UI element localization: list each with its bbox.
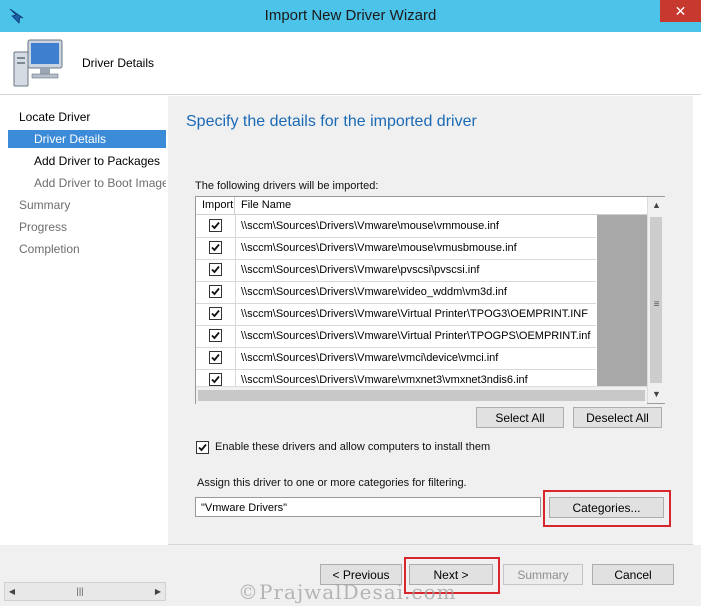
scroll-grip-icon: ≡ — [653, 299, 660, 310]
table-vertical-scrollbar[interactable]: ▲ ≡ ▼ — [647, 197, 665, 403]
nav-item-driver-details[interactable]: Driver Details — [8, 130, 166, 148]
file-name-cell: \\sccm\Sources\Drivers\Vmware\pvscsi\pvs… — [236, 259, 600, 281]
drivers-table: Import File Name \\sccm\Sources\Drivers\… — [195, 196, 665, 404]
scroll-right-icon[interactable]: ▶ — [151, 583, 165, 600]
computer-icon — [12, 38, 66, 90]
scroll-grip-icon: ||| — [76, 586, 84, 596]
nav-item-progress[interactable]: Progress — [8, 218, 166, 236]
categories-caption: Assign this driver to one or more catego… — [197, 477, 467, 489]
import-checkbox[interactable] — [209, 307, 222, 320]
nav-horizontal-scrollbar[interactable]: ◀ ||| ▶ — [4, 582, 166, 601]
import-checkbox[interactable] — [209, 329, 222, 342]
header-step-label: Driver Details — [82, 56, 155, 70]
enable-drivers-checkbox[interactable] — [196, 441, 209, 454]
column-header-import[interactable]: Import — [196, 197, 235, 214]
wizard-header: Driver Details — [0, 32, 701, 95]
scroll-up-icon[interactable]: ▲ — [648, 197, 665, 214]
nav-item-locate-driver[interactable]: Locate Driver — [8, 108, 177, 126]
table-empty-area — [597, 215, 647, 401]
close-icon[interactable]: ✕ — [660, 0, 701, 22]
import-checkbox[interactable] — [209, 373, 222, 386]
table-row[interactable]: \\sccm\Sources\Drivers\Vmware\Virtual Pr… — [196, 303, 600, 326]
nav-item-add-driver-to-boot-image[interactable]: Add Driver to Boot Image — [8, 174, 166, 192]
table-row[interactable]: \\sccm\Sources\Drivers\Vmware\pvscsi\pvs… — [196, 259, 600, 282]
categories-highlight-box — [543, 490, 671, 527]
table-header: Import File Name — [196, 197, 647, 215]
scroll-down-icon[interactable]: ▼ — [648, 386, 665, 403]
file-name-cell: \\sccm\Sources\Drivers\Vmware\Virtual Pr… — [236, 303, 600, 325]
import-checkbox[interactable] — [209, 285, 222, 298]
table-row[interactable]: \\sccm\Sources\Drivers\Vmware\mouse\vmus… — [196, 237, 600, 260]
table-row[interactable]: \\sccm\Sources\Drivers\Vmware\video_wddm… — [196, 281, 600, 304]
nav-item-summary[interactable]: Summary — [8, 196, 166, 214]
window-title: Import New Driver Wizard — [264, 7, 437, 24]
nav-item-completion[interactable]: Completion — [8, 240, 166, 258]
enable-drivers-label: Enable these drivers and allow computers… — [215, 441, 491, 453]
scroll-left-icon[interactable]: ◀ — [5, 583, 19, 600]
import-checkbox[interactable] — [209, 241, 222, 254]
file-name-cell: \\sccm\Sources\Drivers\Vmware\Virtual Pr… — [236, 325, 600, 347]
page-heading: Specify the details for the imported dri… — [186, 113, 477, 130]
import-checkbox[interactable] — [209, 263, 222, 276]
categories-field[interactable]: "Vmware Drivers" — [195, 497, 541, 517]
table-row[interactable]: \\sccm\Sources\Drivers\Vmware\Virtual Pr… — [196, 325, 600, 348]
title-bar: Import New Driver Wizard ✕ — [0, 0, 701, 32]
select-all-button[interactable]: Select All — [476, 407, 564, 428]
file-name-cell: \\sccm\Sources\Drivers\Vmware\mouse\vmus… — [236, 237, 600, 259]
nav-item-add-driver-to-packages[interactable]: Add Driver to Packages — [8, 152, 166, 170]
file-name-cell: \\sccm\Sources\Drivers\Vmware\vmci\devic… — [236, 347, 600, 369]
drivers-table-caption: The following drivers will be imported: — [195, 180, 379, 192]
column-header-file-name[interactable]: File Name — [235, 197, 601, 214]
table-horizontal-scrollbar[interactable] — [196, 386, 647, 404]
wizard-step-nav: Locate Driver Driver Details Add Driver … — [8, 96, 168, 546]
watermark: ©PrajwalDesai.com — [238, 580, 457, 604]
file-name-cell: \\sccm\Sources\Drivers\Vmware\mouse\vmmo… — [236, 215, 600, 237]
import-checkbox[interactable] — [209, 219, 222, 232]
file-name-cell: \\sccm\Sources\Drivers\Vmware\video_wddm… — [236, 281, 600, 303]
table-row[interactable]: \\sccm\Sources\Drivers\Vmware\mouse\vmmo… — [196, 215, 600, 238]
horizontal-scroll-thumb[interactable] — [198, 390, 645, 401]
summary-button[interactable]: Summary — [503, 564, 583, 585]
cancel-button[interactable]: Cancel — [592, 564, 674, 585]
import-checkbox[interactable] — [209, 351, 222, 364]
deselect-all-button[interactable]: Deselect All — [573, 407, 662, 428]
table-row[interactable]: \\sccm\Sources\Drivers\Vmware\vmci\devic… — [196, 347, 600, 370]
